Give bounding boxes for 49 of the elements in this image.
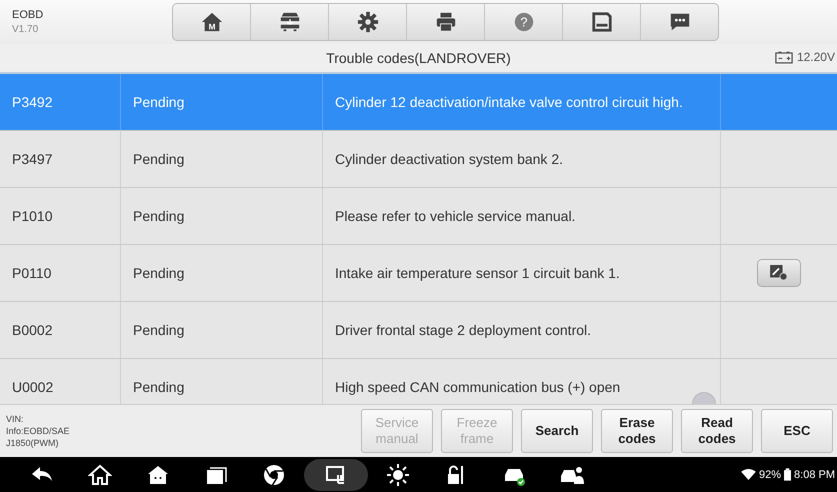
description-cell: Driver frontal stage 2 deployment control.	[323, 302, 721, 358]
floppy-icon	[590, 11, 612, 33]
description-cell: Intake air temperature sensor 1 circuit bank 1.	[323, 245, 721, 301]
code-cell: P3492	[0, 74, 121, 130]
repair-info-button[interactable]	[757, 259, 801, 287]
gear-icon	[356, 11, 378, 33]
voltage-reading: 12.20V	[796, 50, 835, 64]
page-title: Trouble codes(LANDROVER)	[326, 50, 511, 66]
footer-button[interactable]: ESC	[761, 409, 833, 453]
house-icon: M	[200, 11, 222, 33]
browser-icon	[262, 462, 286, 486]
app-version: V1.70	[12, 24, 40, 35]
table-row[interactable]: P3497 Pending Cylinder deactivation system bank 2.	[0, 131, 837, 188]
status-cell: Pending	[121, 74, 323, 130]
status-cell: Pending	[121, 188, 323, 244]
nav-button[interactable]	[304, 458, 368, 490]
battery-level: 92%	[759, 468, 782, 480]
code-cell: P1010	[0, 188, 121, 244]
description-cell: Cylinder 12 deactivation/intake valve control circuit high.	[323, 74, 721, 130]
battery-icon	[774, 50, 793, 64]
table-row[interactable]: P1010 Pending Please refer to vehicle service manual.	[0, 188, 837, 245]
status-cell: Pending	[121, 245, 323, 301]
app-name: EOBD	[12, 9, 44, 21]
chat-icon	[668, 11, 690, 33]
info-text: VIN:	[6, 413, 25, 425]
home-icon	[88, 462, 112, 486]
question-icon: ?	[512, 11, 534, 33]
description-cell: Please refer to vehicle service manual.	[323, 188, 721, 244]
info-text: J1850(PWM)	[6, 437, 60, 449]
code-cell: P3497	[0, 131, 121, 187]
status-cell: Pending	[121, 131, 323, 187]
sun-icon	[386, 462, 410, 486]
footer-button[interactable]: Erase codes	[601, 409, 673, 453]
info-text: Info:EOBD/SAE	[6, 425, 70, 437]
toolbar-button[interactable]: M	[173, 4, 251, 40]
battery-icon	[784, 468, 792, 481]
printer-icon	[434, 11, 456, 33]
table-row[interactable]: U0002 Pending High speed CAN communication bus (+) open	[0, 359, 837, 404]
wifi-icon	[741, 469, 756, 480]
table-row[interactable]: B0002 Pending Driver frontal stage 2 deployment control.	[0, 302, 837, 359]
footer-button[interactable]: Read codes	[681, 409, 753, 453]
code-cell: P0110	[0, 245, 121, 301]
table-row[interactable]: P0110 Pending Intake air temperature sensor 1 circuit bank 1.	[0, 245, 837, 302]
footer-button[interactable]: Search	[521, 409, 593, 453]
clock: 8:08 PM	[794, 468, 835, 480]
cars-icon	[278, 11, 300, 33]
description-cell: Cylinder deactivation system bank 2.	[323, 131, 721, 187]
code-cell: B0002	[0, 302, 121, 358]
status-cell: Pending	[121, 302, 323, 358]
